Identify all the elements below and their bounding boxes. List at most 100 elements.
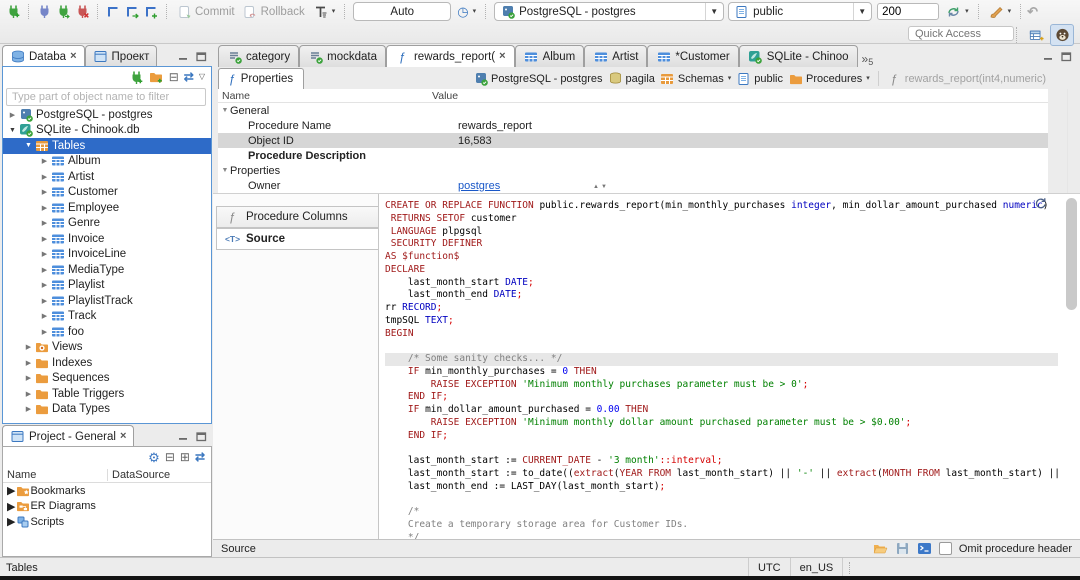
expand-arrow-icon[interactable]: ▶: [23, 374, 34, 382]
minimize-icon[interactable]: [178, 52, 189, 65]
group-collapse-icon[interactable]: ▼: [220, 167, 230, 174]
active-connection-combo[interactable]: PostgreSQL - postgres ▼: [494, 2, 725, 21]
timezone-indicator[interactable]: UTC: [748, 558, 791, 577]
expand-arrow-icon[interactable]: ▶: [39, 328, 50, 336]
source-scrollbar[interactable]: [1066, 196, 1077, 538]
property-row-object-id[interactable]: Object ID 16,583: [218, 133, 1048, 149]
expand-arrow-icon[interactable]: ▶: [7, 515, 15, 528]
tab-properties[interactable]: ƒ Properties: [218, 68, 305, 89]
tree-item-invoice[interactable]: ▶ Invoice: [3, 231, 211, 247]
view-menu-icon[interactable]: ▽: [199, 73, 205, 81]
tree-item-employee[interactable]: ▶ Employee: [3, 200, 211, 216]
locale-indicator[interactable]: en_US: [791, 558, 844, 577]
tree-item-foo[interactable]: ▶ foo: [3, 324, 211, 340]
dbeaver-perspective-button[interactable]: [1050, 24, 1074, 46]
tree-item-artist[interactable]: ▶ Artist: [3, 169, 211, 185]
transaction-commit-mode-icon[interactable]: [123, 4, 142, 19]
expand-arrow-icon[interactable]: ▶: [39, 188, 50, 196]
open-file-icon[interactable]: [873, 541, 888, 556]
close-icon[interactable]: ×: [70, 51, 76, 62]
tree-item-views[interactable]: ▶ Views: [3, 340, 211, 356]
link-with-editor-icon[interactable]: ⇄: [184, 71, 194, 83]
editor-tab-mockdata[interactable]: mockdata: [299, 45, 386, 67]
expand-arrow-icon[interactable]: ▶: [23, 359, 34, 367]
tree-item-playlist[interactable]: ▶ Playlist: [3, 278, 211, 294]
tree-item-sqlite-chinook-db[interactable]: ▼ SQLite - Chinook.db: [3, 123, 211, 139]
tree-item-postgresql-postgres[interactable]: ▶ PostgreSQL - postgres: [3, 107, 211, 123]
minimize-icon[interactable]: [178, 432, 189, 445]
property-row-procedure-name[interactable]: Procedure Name rewards_report: [218, 118, 1048, 133]
reconnect-icon[interactable]: [54, 4, 73, 19]
commit-mode-combo[interactable]: Auto: [353, 2, 452, 21]
expand-arrow-icon[interactable]: ▶: [39, 219, 50, 227]
expand-all-icon[interactable]: ⊞: [180, 451, 190, 463]
editor-tab-category[interactable]: category: [218, 45, 300, 67]
minimize-icon[interactable]: [1043, 52, 1054, 65]
section-source[interactable]: <T> Source: [216, 228, 378, 250]
project-item-scripts[interactable]: ▶ Scripts: [3, 514, 211, 530]
collapse-arrow-icon[interactable]: ▼: [7, 127, 18, 134]
maximize-icon[interactable]: [196, 432, 207, 445]
collapse-all-icon[interactable]: ⊟: [165, 451, 175, 463]
expand-arrow-icon[interactable]: ▶: [23, 343, 34, 351]
object-filter-input[interactable]: [6, 88, 206, 106]
query-history-button[interactable]: ◷ ▾: [453, 2, 480, 22]
project-item-bookmarks[interactable]: ▶ Bookmarks: [3, 483, 211, 499]
group-collapse-icon[interactable]: ▼: [220, 107, 230, 114]
transaction-new-icon[interactable]: [142, 4, 161, 19]
link-with-editor-icon[interactable]: ⇄: [195, 451, 205, 463]
editor-tab-sqlite-chinoo[interactable]: SQLite - Chinoo: [738, 45, 858, 67]
expand-arrow-icon[interactable]: ▶: [7, 111, 18, 119]
expand-arrow-icon[interactable]: ▶: [39, 281, 50, 289]
fetch-size-input[interactable]: [877, 3, 940, 20]
omit-procedure-header-checkbox[interactable]: [938, 542, 952, 555]
tree-item-data-types[interactable]: ▶ Data Types: [3, 402, 211, 418]
property-row-owner[interactable]: Owner postgres: [218, 178, 1048, 193]
expand-arrow-icon[interactable]: ▶: [39, 173, 50, 181]
expand-arrow-icon[interactable]: ▶: [39, 157, 50, 165]
project-item-er-diagrams[interactable]: ▶ ER Diagrams: [3, 499, 211, 515]
collapse-arrow-icon[interactable]: ▼: [23, 142, 34, 149]
new-connection-icon[interactable]: [4, 4, 23, 19]
breadcrumb-public[interactable]: public: [736, 71, 783, 86]
breadcrumb-schemas[interactable]: Schemas ▾: [660, 71, 731, 86]
expand-arrow-icon[interactable]: ▶: [23, 390, 34, 398]
property-row-general[interactable]: ▼ General: [218, 103, 1048, 118]
expand-arrow-icon[interactable]: ▶: [39, 266, 50, 274]
quick-access-input[interactable]: [908, 26, 1014, 41]
tab-databa[interactable]: Databa ×: [2, 45, 85, 67]
tree-item-mediatype[interactable]: ▶ MediaType: [3, 262, 211, 278]
dropdown-arrow-icon[interactable]: ▾: [728, 75, 732, 82]
disconnect-icon[interactable]: [73, 4, 92, 19]
owner-link[interactable]: postgres: [458, 180, 500, 192]
rollback-button[interactable]: Rollback: [239, 2, 309, 22]
new-folder-icon[interactable]: [149, 70, 164, 85]
collapse-all-icon[interactable]: ⊟: [169, 71, 179, 83]
editor-tab-customer[interactable]: *Customer: [647, 45, 739, 67]
open-console-icon[interactable]: [917, 541, 932, 556]
editor-tab-album[interactable]: Album: [514, 45, 585, 67]
save-to-file-icon[interactable]: [895, 541, 910, 556]
breadcrumb-rewards-report-int4-numeric[interactable]: ƒ rewards_report(int4,numeric): [877, 71, 1046, 86]
expand-arrow-icon[interactable]: ▶: [7, 500, 15, 513]
open-perspective-button[interactable]: [1025, 25, 1047, 45]
expand-arrow-icon[interactable]: ▶: [39, 312, 50, 320]
expand-arrow-icon[interactable]: ▶: [23, 405, 34, 413]
expand-arrow-icon[interactable]: ▶: [39, 297, 50, 305]
tree-item-tables[interactable]: ▼ Tables: [3, 138, 211, 154]
commit-button[interactable]: Commit: [173, 2, 239, 22]
tree-item-table-triggers[interactable]: ▶ Table Triggers: [3, 386, 211, 402]
maximize-icon[interactable]: [1061, 52, 1072, 65]
tab-project-general[interactable]: Project - General ×: [2, 425, 135, 447]
sql-format-button[interactable]: ▾: [985, 2, 1016, 22]
tree-item-indexes[interactable]: ▶ Indexes: [3, 355, 211, 371]
tab-проект[interactable]: Проект: [84, 45, 158, 67]
breadcrumb-postgresql-postgres[interactable]: PostgreSQL - postgres: [473, 71, 603, 86]
close-icon[interactable]: ×: [120, 431, 126, 442]
scrollbar-thumb[interactable]: [1066, 198, 1077, 310]
expand-arrow-icon[interactable]: ▶: [7, 484, 15, 497]
expand-arrow-icon[interactable]: ▶: [39, 235, 50, 243]
tree-item-track[interactable]: ▶ Track: [3, 309, 211, 325]
breadcrumb-procedures[interactable]: Procedures ▾: [788, 71, 870, 86]
expand-arrow-icon[interactable]: ▶: [39, 250, 50, 258]
